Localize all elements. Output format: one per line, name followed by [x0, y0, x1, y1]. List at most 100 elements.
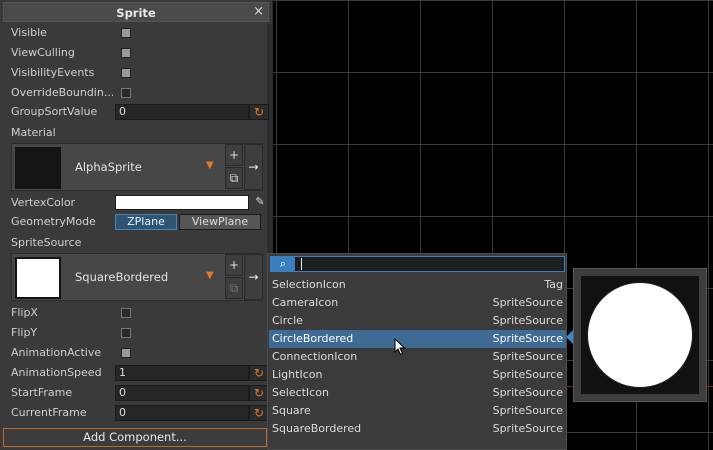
property-label: AnimationActive: [11, 346, 102, 359]
property-material: Material: [11, 125, 263, 141]
property-label: GroupSortValue: [11, 105, 98, 118]
property-label: VisibilityEvents: [11, 66, 95, 79]
list-item[interactable]: LightIcon SpriteSource: [269, 366, 566, 384]
item-name: CircleBordered: [272, 332, 354, 345]
list-item[interactable]: ConnectionIcon SpriteSource: [269, 348, 566, 366]
circle-bordered-preview: [587, 282, 693, 388]
property-visible: Visible: [11, 25, 263, 41]
item-type: SpriteSource: [492, 296, 563, 309]
viewplane-button[interactable]: ViewPlane: [179, 214, 261, 230]
mouse-cursor-icon: [394, 338, 406, 356]
property-label: ViewCulling: [11, 46, 75, 59]
sprite-source-thumbnail: [15, 257, 61, 299]
property-label: SpriteSource: [11, 236, 82, 249]
list-item[interactable]: SelectIcon SpriteSource: [269, 384, 566, 402]
item-name: SelectIcon: [272, 386, 329, 399]
component-header[interactable]: Sprite ×: [3, 2, 269, 22]
item-type: SpriteSource: [492, 422, 563, 435]
item-type: SpriteSource: [492, 314, 563, 327]
preview-background: [581, 276, 699, 394]
goto-arrow-icon[interactable]: →: [244, 254, 263, 300]
property-animation-active: AnimationActive: [11, 345, 263, 361]
override-bounding-checkbox[interactable]: [121, 88, 131, 98]
zplane-button[interactable]: ZPlane: [115, 214, 177, 230]
list-item-selected[interactable]: CircleBordered SpriteSource: [269, 330, 566, 348]
property-label: GeometryMode: [11, 215, 96, 228]
property-sprite-source: SpriteSource: [11, 235, 263, 251]
search-input[interactable]: ⌕: [270, 256, 565, 272]
property-animation-speed: AnimationSpeed 1 ↻: [11, 365, 269, 381]
item-name: LightIcon: [272, 368, 323, 381]
add-icon[interactable]: +: [225, 254, 243, 276]
property-group-sort-value: GroupSortValue 0 ↻: [11, 104, 269, 120]
property-label: CurrentFrame: [11, 406, 87, 419]
property-override-bounding: OverrideBoundin...: [11, 85, 263, 101]
property-visibility-events: VisibilityEvents: [11, 65, 263, 81]
material-asset-name: AlphaSprite: [75, 160, 142, 174]
copy-icon[interactable]: ⧉: [225, 167, 243, 189]
item-name: ConnectionIcon: [272, 350, 358, 363]
component-title: Sprite: [116, 6, 156, 20]
property-label: AnimationSpeed: [11, 366, 102, 379]
animation-active-checkbox[interactable]: [121, 348, 131, 358]
flip-y-checkbox[interactable]: [121, 328, 131, 338]
animation-speed-field[interactable]: 1: [115, 365, 249, 381]
vertex-color-swatch[interactable]: [115, 195, 249, 210]
chevron-down-icon[interactable]: ▼: [206, 270, 214, 281]
material-thumbnail: [15, 147, 61, 189]
sprite-source-asset-picker[interactable]: SquareBordered ▼ + ⧉ →: [11, 253, 263, 301]
property-view-culling: ViewCulling: [11, 45, 263, 61]
current-frame-field[interactable]: 0: [115, 405, 249, 421]
list-item[interactable]: SelectionIcon Tag: [269, 276, 566, 294]
list-item[interactable]: SquareBordered SpriteSource: [269, 420, 566, 438]
property-flip-y: FlipY: [11, 325, 263, 341]
list-item[interactable]: Square SpriteSource: [269, 402, 566, 420]
flip-x-checkbox[interactable]: [121, 308, 131, 318]
goto-arrow-icon[interactable]: →: [244, 144, 263, 190]
item-name: CameraIcon: [272, 296, 339, 309]
property-geometry-mode: GeometryMode ZPlane ViewPlane: [11, 214, 263, 230]
group-sort-value-field[interactable]: 0: [115, 104, 249, 120]
material-asset-picker[interactable]: AlphaSprite ▼ + ⧉ →: [11, 143, 263, 191]
property-label: VertexColor: [11, 196, 76, 209]
item-name: SelectionIcon: [272, 278, 346, 291]
list-item[interactable]: Circle SpriteSource: [269, 312, 566, 330]
copy-icon: ⧉: [225, 277, 243, 299]
search-icon: ⌕: [271, 257, 295, 271]
visible-checkbox[interactable]: [121, 28, 131, 38]
property-start-frame: StartFrame 0 ↻: [11, 385, 269, 401]
reset-icon[interactable]: ↻: [249, 365, 269, 381]
item-type: SpriteSource: [492, 386, 563, 399]
item-name: Circle: [272, 314, 303, 327]
eyedropper-icon[interactable]: ✎: [251, 195, 269, 210]
property-label: FlipX: [11, 306, 38, 319]
property-label: Visible: [11, 26, 47, 39]
close-icon[interactable]: ×: [253, 4, 264, 19]
item-type: SpriteSource: [492, 332, 563, 345]
text-caret: [301, 258, 302, 270]
view-culling-checkbox[interactable]: [121, 48, 131, 58]
item-type: Tag: [544, 278, 563, 291]
visibility-events-checkbox[interactable]: [121, 68, 131, 78]
sprite-preview: [573, 268, 707, 402]
item-name: SquareBordered: [272, 422, 362, 435]
property-label: OverrideBoundin...: [11, 86, 113, 99]
add-icon[interactable]: +: [225, 144, 243, 166]
reset-icon[interactable]: ↻: [249, 104, 269, 120]
property-label: Material: [11, 126, 56, 139]
inspector-panel: Sprite × Visible ViewCulling VisibilityE…: [0, 0, 273, 450]
start-frame-field[interactable]: 0: [115, 385, 249, 401]
list-item[interactable]: CameraIcon SpriteSource: [269, 294, 566, 312]
sprite-source-asset-name: SquareBordered: [75, 270, 169, 284]
reset-icon[interactable]: ↻: [249, 385, 269, 401]
item-type: SpriteSource: [492, 368, 563, 381]
property-current-frame: CurrentFrame 0 ↻: [11, 405, 269, 421]
item-type: SpriteSource: [492, 350, 563, 363]
property-label: FlipY: [11, 326, 38, 339]
resource-search-popup: ⌕ SelectionIcon Tag CameraIcon SpriteSou…: [267, 253, 567, 450]
property-label: StartFrame: [11, 386, 73, 399]
property-flip-x: FlipX: [11, 305, 263, 321]
reset-icon[interactable]: ↻: [249, 405, 269, 421]
chevron-down-icon[interactable]: ▼: [206, 160, 214, 171]
add-component-button[interactable]: Add Component...: [3, 428, 267, 447]
